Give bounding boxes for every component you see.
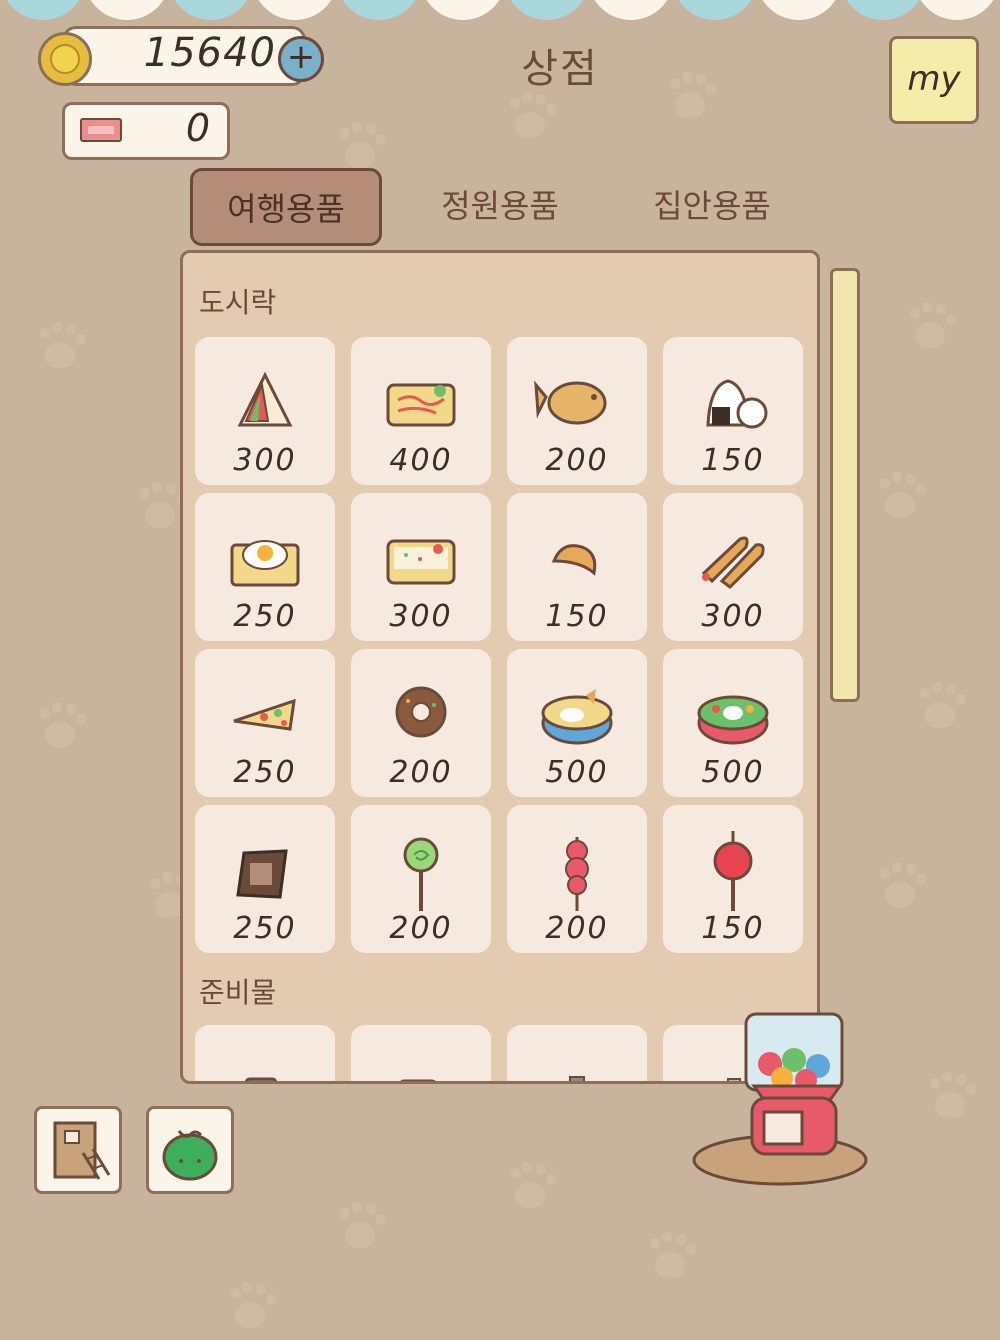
house-ladder-icon	[53, 1121, 111, 1180]
bag-button[interactable]	[146, 1106, 234, 1194]
item-card-lollipop[interactable]: 200	[351, 805, 491, 953]
paw-icon	[660, 70, 720, 130]
ticket-count: 0	[185, 106, 210, 150]
item-price: 150	[701, 443, 765, 478]
item-price: 500	[545, 755, 609, 790]
house-button[interactable]	[34, 1106, 122, 1194]
item-card-blue-bento[interactable]: 500	[507, 649, 647, 797]
paw-icon	[500, 1160, 560, 1220]
paw-icon	[500, 90, 560, 150]
section-label-supplies: 준비물	[199, 976, 277, 1009]
coin-icon	[38, 32, 92, 86]
paw-icon	[900, 300, 960, 360]
item-card-croissant[interactable]: 150	[507, 493, 647, 641]
tab-home-items[interactable]: 집안용품	[614, 168, 810, 246]
pizza-icon	[233, 698, 296, 731]
item-card-onigiri[interactable]: 150	[663, 337, 803, 485]
item-card-taiyaki[interactable]: 200	[507, 337, 647, 485]
lollipop-icon	[403, 837, 439, 911]
item-card-mug[interactable]	[195, 1025, 335, 1081]
item-card-donut[interactable]: 200	[351, 649, 491, 797]
omurice-icon	[386, 383, 456, 427]
shop-panel[interactable]: 도시락 300 400 200 150 250 300 150 300 250 …	[180, 250, 820, 1084]
green-bag-icon	[162, 1130, 218, 1181]
shop-awning	[0, 0, 1000, 22]
paw-icon	[910, 680, 970, 740]
item-price: 200	[389, 755, 453, 790]
onigiri-icon	[706, 379, 768, 429]
gacha-machine-icon	[692, 1012, 868, 1186]
candy-apple-icon	[713, 831, 753, 911]
item-price: 300	[389, 599, 453, 634]
item-card-red-cup[interactable]	[351, 1025, 491, 1081]
item-price: 300	[233, 443, 297, 478]
item-price: 250	[233, 755, 297, 790]
item-card-omurice-box[interactable]: 400	[351, 337, 491, 485]
item-card-strawberry-skewer[interactable]: 200	[507, 805, 647, 953]
donut-icon	[395, 686, 447, 738]
item-price: 250	[233, 599, 297, 634]
paw-icon	[870, 470, 930, 530]
item-card-red-bento[interactable]: 500	[663, 649, 803, 797]
paw-icon	[640, 1230, 700, 1290]
paw-icon	[220, 1280, 280, 1340]
scrollbar[interactable]	[830, 268, 860, 702]
blue-bento-icon	[541, 689, 613, 745]
item-price: 150	[545, 599, 609, 634]
taiyaki-icon	[534, 380, 607, 425]
mug-icon	[244, 1077, 278, 1081]
tab-travel-items[interactable]: 여행용품	[190, 168, 382, 246]
coin-amount: 15640	[143, 30, 276, 76]
item-price: 400	[389, 443, 453, 478]
my-button[interactable]: my	[889, 36, 979, 124]
item-price: 200	[545, 443, 609, 478]
item-price: 300	[701, 599, 765, 634]
item-price: 250	[233, 911, 297, 946]
item-price: 200	[389, 911, 453, 946]
paw-icon	[920, 1070, 980, 1130]
item-card-chocolate[interactable]: 250	[195, 805, 335, 953]
chocolate-icon	[236, 849, 288, 899]
ticket-icon	[80, 118, 122, 142]
section-label-lunchbox: 도시락	[199, 286, 277, 319]
item-card-fried-shrimp[interactable]: 300	[663, 493, 803, 641]
item-card-sandwich[interactable]: 300	[195, 337, 335, 485]
item-price: 150	[701, 911, 765, 946]
paw-icon	[330, 1200, 390, 1260]
red-cup-icon	[400, 1079, 436, 1081]
bottle-icon	[569, 1076, 585, 1081]
item-card-fried-egg-toast[interactable]: 250	[195, 493, 335, 641]
egg-toast-icon	[230, 540, 300, 587]
page-title: 상점	[521, 46, 599, 92]
croissant-icon	[551, 544, 597, 576]
item-card-rice-box[interactable]: 300	[351, 493, 491, 641]
paw-icon	[870, 860, 930, 920]
strawberry-skewer-icon	[565, 837, 589, 911]
item-price: 500	[701, 755, 765, 790]
item-price: 200	[545, 911, 609, 946]
paw-icon	[30, 320, 90, 380]
sandwich-icon	[237, 371, 293, 427]
rice-box-icon	[386, 539, 456, 585]
gacha-machine[interactable]	[690, 1000, 870, 1190]
paw-icon	[30, 700, 90, 760]
shrimp-icon	[701, 536, 765, 589]
item-card-pizza[interactable]: 250	[195, 649, 335, 797]
add-coins-button[interactable]: +	[278, 36, 324, 82]
item-card-candy-apple[interactable]: 150	[663, 805, 803, 953]
tab-garden-items[interactable]: 정원용품	[402, 168, 598, 246]
red-bento-icon	[697, 695, 769, 745]
item-card-bottle[interactable]	[507, 1025, 647, 1081]
